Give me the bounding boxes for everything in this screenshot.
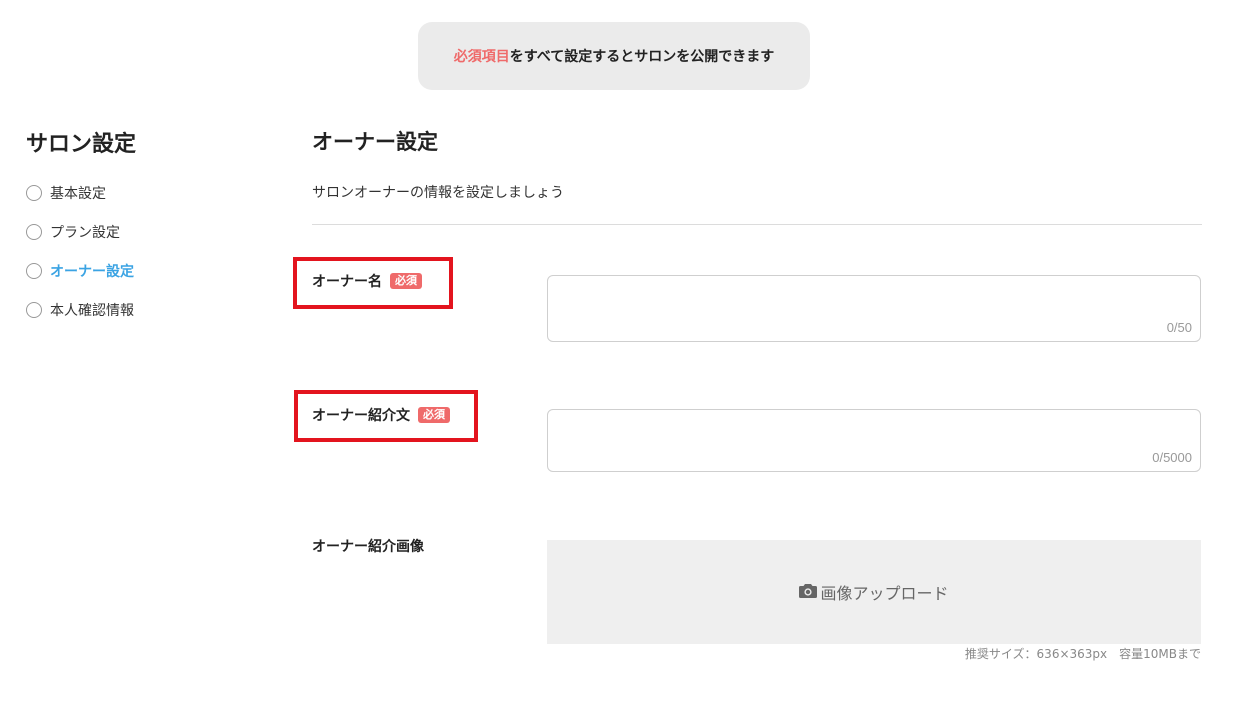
divider (312, 224, 1202, 225)
owner-image-label: オーナー紹介画像 (312, 539, 424, 555)
sidebar-item-basic[interactable]: 基本設定 (26, 182, 266, 204)
step-circle-icon (26, 263, 42, 279)
step-circle-icon (26, 185, 42, 201)
image-upload-button[interactable]: 画像アップロード (547, 540, 1201, 644)
notice-text: をすべて設定するとサロンを公開できます (509, 49, 775, 65)
step-circle-icon (26, 224, 42, 240)
highlight-box-owner-intro (294, 390, 478, 442)
image-size-hint: 推奨サイズ：636×363px 容量10MBまで (964, 647, 1201, 661)
camera-icon (799, 583, 818, 602)
highlight-box-owner-name (293, 257, 453, 309)
upload-label: 画像アップロード (820, 584, 949, 603)
owner-settings-section: オーナー設定 サロンオーナーの情報を設定しましょう (312, 126, 1202, 225)
owner-intro-char-counter: 0/5000 (1152, 450, 1192, 465)
sidebar-title: サロン設定 (26, 132, 137, 157)
sidebar-item-identity[interactable]: 本人確認情報 (26, 299, 266, 321)
sidebar-item-label: 本人確認情報 (50, 303, 134, 319)
sidebar-item-plan[interactable]: プラン設定 (26, 221, 266, 243)
page-title: オーナー設定 (312, 130, 438, 154)
sidebar-item-label: 基本設定 (50, 186, 106, 202)
page-subtitle: サロンオーナーの情報を設定しましょう (312, 185, 564, 201)
required-items-text: 必須項目 (453, 49, 510, 65)
step-circle-icon (26, 302, 42, 318)
sidebar-item-label: プラン設定 (50, 225, 120, 241)
owner-name-char-counter: 0/50 (1166, 320, 1192, 335)
settings-sidebar: サロン設定 基本設定 プラン設定 オーナー設定 本人確認情報 (26, 126, 266, 338)
sidebar-item-label: オーナー設定 (50, 264, 134, 280)
owner-name-input[interactable]: 0/50 (547, 275, 1201, 342)
owner-intro-textarea[interactable]: 0/5000 (547, 409, 1201, 472)
sidebar-item-owner[interactable]: オーナー設定 (26, 260, 266, 282)
publish-requirements-notice: 必須項目 をすべて設定するとサロンを公開できます (418, 22, 810, 90)
